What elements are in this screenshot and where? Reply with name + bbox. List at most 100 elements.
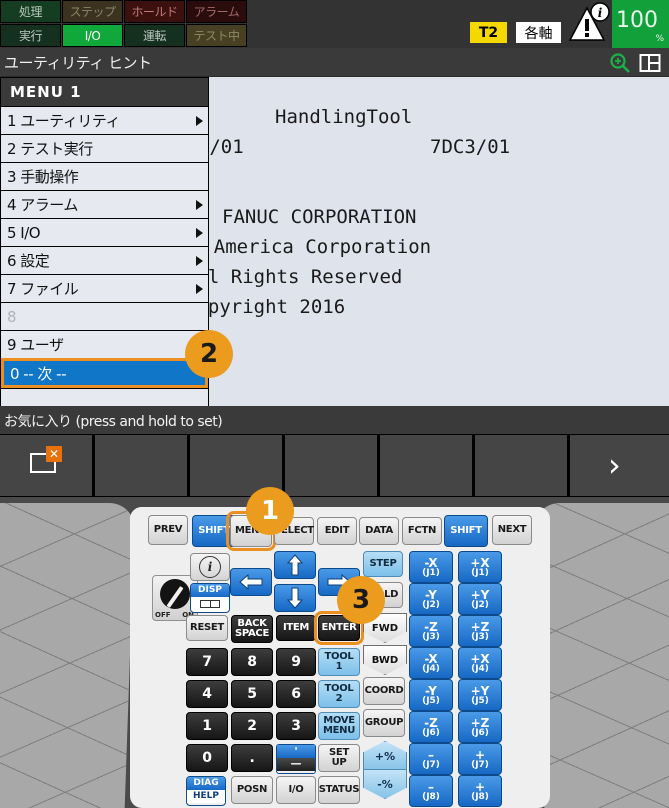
status-btn-unten[interactable]: 運転 [124, 24, 185, 47]
posn-key[interactable]: POSN [231, 776, 273, 804]
menu-item-utility[interactable]: 1 ユーティリティ [1, 106, 208, 134]
jog-plus-j7-key[interactable]: + (J7) [458, 743, 502, 775]
favorite-slot-5[interactable] [380, 435, 472, 496]
shift-right-key[interactable]: SHIFT [444, 515, 488, 547]
jog-minus-rz-j6-key[interactable]: -Z (J6) [409, 711, 453, 743]
num-8-key[interactable]: 8 [231, 648, 273, 676]
backspace-key[interactable]: BACK SPACE [231, 615, 273, 643]
jog-plus-j8-key[interactable]: + (J8) [458, 775, 502, 807]
favorite-slot-2[interactable] [95, 435, 187, 496]
chevron-right-icon [196, 228, 203, 238]
num-4-key[interactable]: 4 [186, 680, 228, 708]
move-menu-key[interactable]: MOVE MENU [318, 712, 360, 740]
reset-key[interactable]: RESET [186, 615, 228, 641]
status-btn-io[interactable]: I/O [62, 24, 123, 47]
jog-plus-z-j3-key[interactable]: +Z (J3) [458, 615, 502, 647]
num-3-key[interactable]: 3 [276, 712, 316, 740]
io-key[interactable]: I/O [276, 776, 316, 804]
num-1-key[interactable]: 1 [186, 712, 228, 740]
jog-joint-label: (J2) [471, 599, 489, 610]
num-7-key[interactable]: 7 [186, 648, 228, 676]
status-btn-alarm[interactable]: アラーム [186, 0, 247, 23]
arrow-left-key[interactable] [230, 568, 272, 596]
item-key[interactable]: ITEM [276, 615, 316, 641]
jog-joint-label: (J5) [422, 695, 440, 706]
menu-item-user[interactable]: 9 ユーザ [1, 330, 208, 358]
split-boxes-icon [191, 597, 229, 610]
step-key[interactable]: STEP [363, 551, 403, 577]
favorite-slot-4[interactable] [285, 435, 377, 496]
jog-minus-j8-key[interactable]: – (J8) [409, 775, 453, 807]
menu-item-label: 5 I/O [7, 223, 41, 242]
arrow-left-icon [239, 574, 263, 590]
status-key[interactable]: STATUS [318, 776, 360, 804]
jog-axis-label: – [428, 779, 434, 794]
zoom-in-icon[interactable] [609, 52, 631, 74]
next-key[interactable]: NEXT [492, 515, 532, 545]
info-key[interactable]: i [190, 553, 230, 581]
menu-item-next[interactable]: 0 -- 次 -- [4, 361, 205, 385]
backspace-label-bottom: SPACE [234, 628, 270, 639]
status-btn-step[interactable]: ステップ [62, 0, 123, 23]
jog-plus-rz-j6-key[interactable]: +Z (J6) [458, 711, 502, 743]
jog-minus-rx-j4-key[interactable]: -X (J4) [409, 647, 453, 679]
jog-plus-ry-j5-key[interactable]: +Y (J5) [458, 679, 502, 711]
arrow-down-key[interactable] [274, 584, 316, 612]
grip-texture [533, 503, 669, 808]
disp-key[interactable]: DISP [190, 583, 230, 613]
status-btn-shori[interactable]: 処理 [0, 0, 61, 23]
jog-axis-label: +Y [470, 587, 490, 602]
tool-2-key[interactable]: TOOL 2 [318, 680, 360, 708]
menu-item-label: 7 ファイル [7, 280, 79, 298]
diag-help-key[interactable]: DIAG HELP [186, 776, 226, 806]
favorites-next-page-button[interactable]: › [570, 435, 669, 496]
chevron-right-icon [196, 284, 203, 294]
menu-item-test-run[interactable]: 2 テスト実行 [1, 134, 208, 162]
status-btn-run[interactable]: 実行 [0, 24, 61, 47]
jog-plus-y-j2-key[interactable]: +Y (J2) [458, 583, 502, 615]
num-5-key[interactable]: 5 [231, 680, 273, 708]
num-0-key[interactable]: 0 [186, 744, 228, 772]
split-screen-icon[interactable] [639, 52, 661, 74]
favorite-slot-6[interactable] [475, 435, 567, 496]
jog-axis-label: +Z [470, 715, 490, 730]
jog-minus-y-j2-key[interactable]: -Y (J2) [409, 583, 453, 615]
edit-key[interactable]: EDIT [317, 517, 357, 545]
num-2-key[interactable]: 2 [231, 712, 273, 740]
group-key[interactable]: GROUP [363, 709, 405, 737]
num-6-key[interactable]: 6 [276, 680, 316, 708]
status-btn-hold[interactable]: ホールド [124, 0, 185, 23]
data-key[interactable]: DATA [359, 517, 399, 545]
status-btn-testing[interactable]: テスト中 [186, 24, 247, 47]
jog-minus-x-j1-key[interactable]: -X (J1) [409, 551, 453, 583]
tool-1-key[interactable]: TOOL 1 [318, 648, 360, 676]
menu-item-alarm[interactable]: 4 アラーム [1, 190, 208, 218]
tool1-label-bottom: 1 [335, 661, 343, 672]
jog-minus-j7-key[interactable]: – (J7) [409, 743, 453, 775]
jog-minus-ry-j5-key[interactable]: -Y (J5) [409, 679, 453, 711]
arrow-up-icon [287, 554, 303, 576]
arrow-up-key[interactable] [274, 551, 316, 579]
prev-key[interactable]: PREV [148, 515, 188, 545]
fctn-key[interactable]: FCTN [402, 517, 442, 545]
jog-plus-rx-j4-key[interactable]: +X (J4) [458, 647, 502, 679]
speed-unit: % [655, 34, 664, 44]
menu-item-setup[interactable]: 6 設定 [1, 246, 208, 274]
menu-item-file[interactable]: 7 ファイル [1, 274, 208, 302]
menu-item-io[interactable]: 5 I/O [1, 218, 208, 246]
favorite-slot-1[interactable]: ✕ [0, 435, 92, 496]
menu-item-empty-8: 8 [1, 302, 208, 330]
pendant-screen: 処理 ステップ ホールド アラーム 実行 I/O 運転 テスト中 T2 各軸 i… [0, 0, 669, 434]
num-9-key[interactable]: 9 [276, 648, 316, 676]
slash-minus-key[interactable]: ' — [276, 744, 316, 774]
jog-minus-z-j3-key[interactable]: -Z (J3) [409, 615, 453, 647]
menu-item-manual-op[interactable]: 3 手動操作 [1, 162, 208, 190]
decimal-point-key[interactable]: . [231, 744, 273, 772]
status-bar: 処理 ステップ ホールド アラーム 実行 I/O 運転 テスト中 T2 各軸 i… [0, 0, 669, 48]
dial-knob [160, 579, 190, 609]
speed-override-box[interactable]: 100 % [612, 0, 669, 48]
coord-badge: 各軸 [516, 22, 561, 43]
set-up-key[interactable]: SET UP [318, 744, 360, 772]
coord-key[interactable]: COORD [363, 677, 405, 705]
jog-plus-x-j1-key[interactable]: +X (J1) [458, 551, 502, 583]
